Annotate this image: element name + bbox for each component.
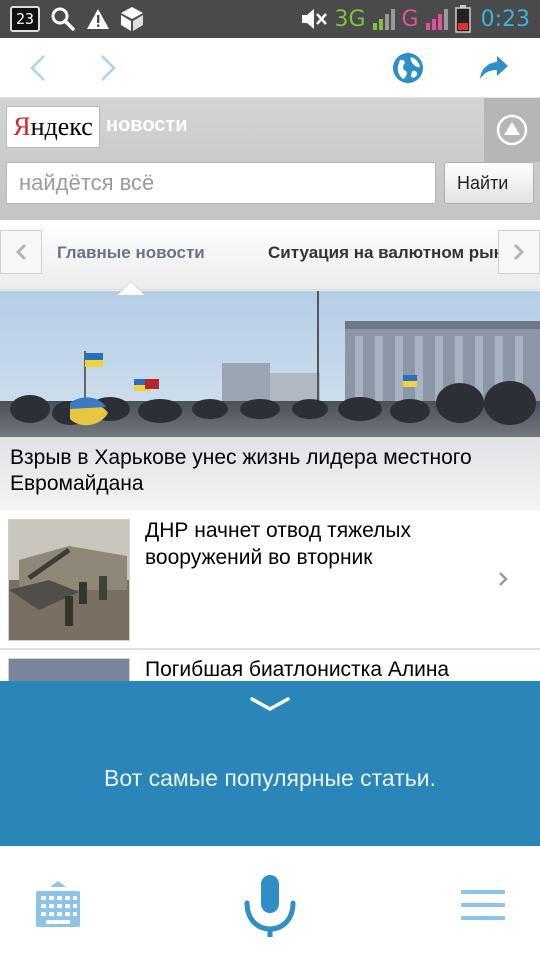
news-photo	[9, 520, 129, 640]
search-icon	[51, 7, 75, 31]
news-tabs: Главные новости Ситуация на валютном рын…	[0, 220, 540, 290]
network-3g-label: 3G	[334, 6, 366, 32]
calendar-icon: 23	[10, 6, 40, 32]
search-button[interactable]: Найти	[444, 162, 534, 204]
globe-icon	[393, 53, 423, 83]
signal-icon	[372, 9, 395, 30]
search-input[interactable]	[6, 162, 436, 204]
yandex-header: Яндекс новости Найти	[0, 98, 540, 220]
logo-letter: Я	[13, 112, 31, 141]
mute-icon	[302, 9, 328, 29]
chevron-left-icon	[15, 243, 27, 261]
clock: 0:23	[480, 6, 530, 32]
tab-main-news[interactable]: Главные новости	[57, 243, 205, 263]
tab-pointer	[118, 282, 144, 295]
calendar-day: 23	[15, 10, 35, 28]
chevron-right-icon	[513, 243, 525, 261]
search-button-label: Найти	[457, 172, 509, 193]
share-button[interactable]	[474, 48, 514, 88]
keyboard-icon	[36, 881, 80, 927]
package-icon	[121, 7, 143, 31]
globe-button[interactable]	[388, 48, 428, 88]
assistant-panel: Вот самые популярные статьи.	[0, 681, 540, 846]
news-title: ДНР начнет отвод тяжелых вооружений во в…	[145, 519, 411, 569]
share-icon	[480, 56, 508, 79]
section-title: новости	[106, 114, 188, 136]
collapse-button[interactable]	[248, 693, 292, 717]
yandex-logo[interactable]: Яндекс	[6, 106, 100, 148]
battery-icon	[454, 5, 471, 33]
warning-icon	[87, 9, 109, 29]
browser-toolbar	[0, 38, 540, 98]
menu-button[interactable]	[455, 880, 511, 930]
news-title: Погибшая биатлонистка Алина	[145, 658, 450, 681]
logo-text: ндекс	[30, 112, 93, 141]
hero-title: Взрыв в Харькове унес жизнь лидера местн…	[0, 437, 540, 511]
tabs-prev-button[interactable]	[0, 230, 42, 274]
news-thumbnail	[8, 519, 130, 641]
up-arrow-icon	[496, 114, 528, 146]
chevron-down-icon	[250, 697, 290, 712]
microphone-button[interactable]	[236, 868, 304, 940]
tab-currency-market[interactable]: Ситуация на валютном рынке	[268, 243, 522, 263]
hero-news[interactable]: Взрыв в Харькове унес жизнь лидера местн…	[0, 291, 540, 511]
back-button[interactable]	[18, 48, 58, 88]
news-item[interactable]: ДНР начнет отвод тяжелых вооружений во в…	[0, 511, 540, 649]
chevron-right-icon	[498, 569, 512, 589]
keyboard-button[interactable]	[30, 876, 86, 932]
tabs-next-button[interactable]	[498, 230, 540, 274]
scroll-up-button[interactable]	[484, 98, 540, 162]
back-icon	[30, 55, 45, 81]
forward-button[interactable]	[88, 48, 128, 88]
forward-icon	[101, 55, 116, 81]
signal-icon	[425, 9, 448, 30]
bottom-bar	[0, 846, 540, 960]
network-g-label: G	[401, 6, 419, 32]
assistant-message: Вот самые популярные статьи.	[104, 765, 436, 791]
status-bar: 23 3G G 0:23	[0, 0, 540, 38]
microphone-icon	[244, 875, 296, 937]
menu-icon	[461, 890, 505, 920]
